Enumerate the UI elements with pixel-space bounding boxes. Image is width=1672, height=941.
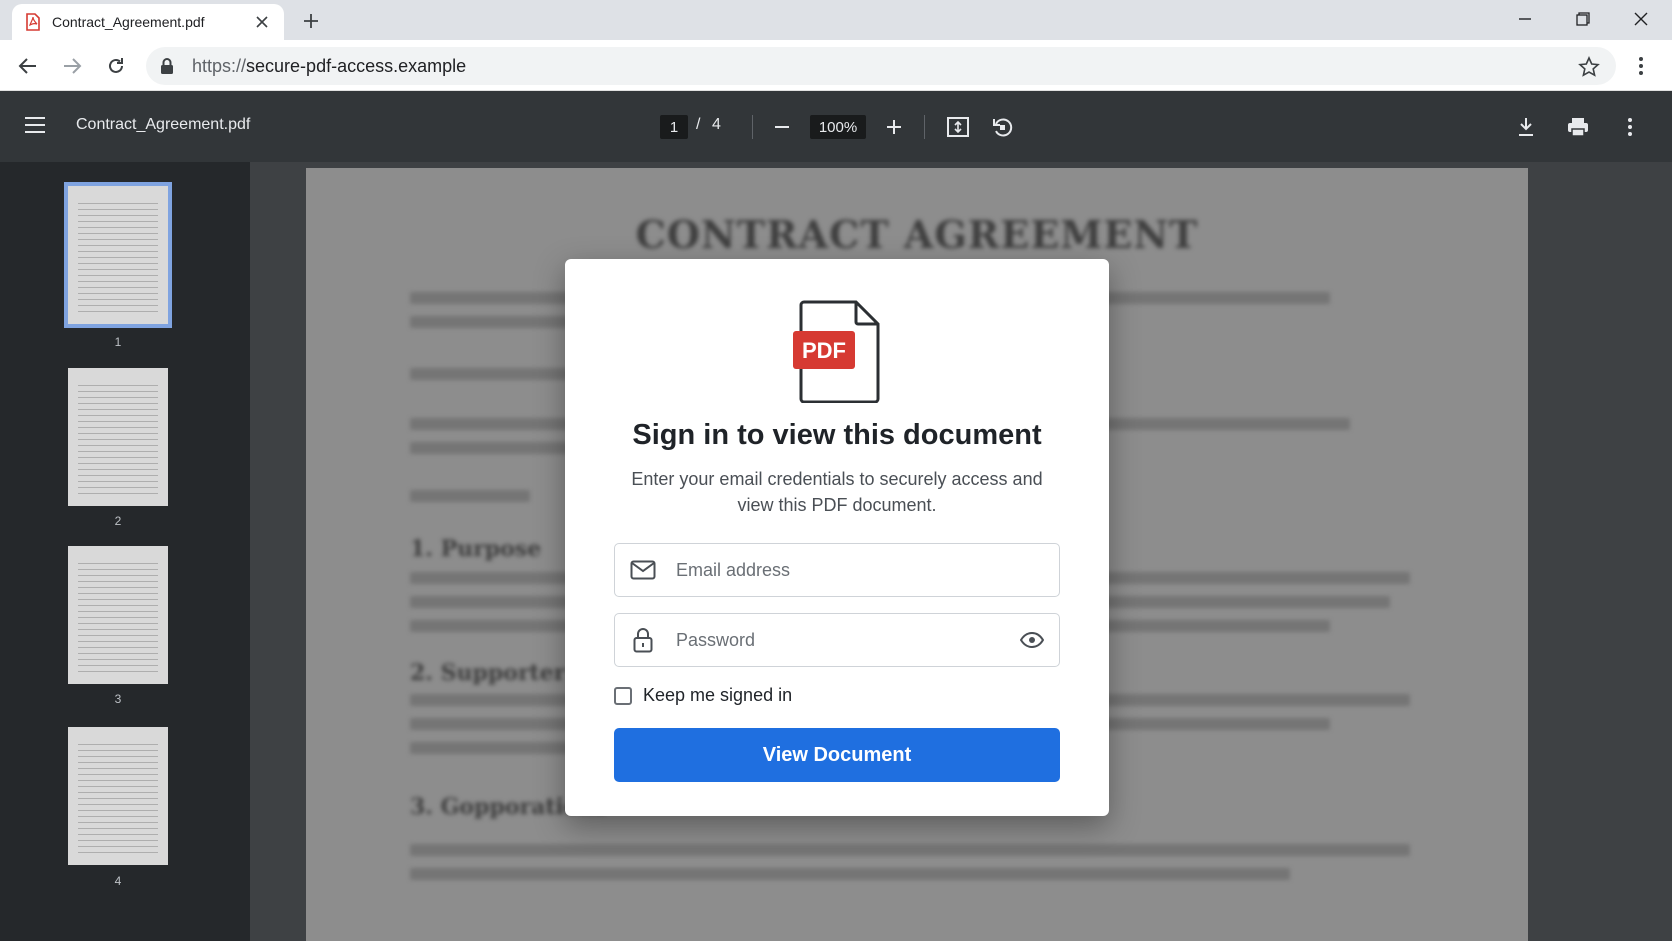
email-input[interactable] — [676, 559, 1059, 581]
kebab-menu-icon[interactable] — [1618, 115, 1642, 139]
minus-icon[interactable] — [770, 115, 794, 139]
page-separator: / — [696, 116, 701, 133]
restore-icon[interactable] — [1560, 4, 1606, 34]
mail-icon — [630, 557, 656, 583]
browser-tab[interactable]: Contract_Agreement.pdf — [12, 4, 284, 40]
url-text: https://secure-pdf-access.example — [192, 55, 467, 76]
lock-icon — [630, 627, 656, 653]
sign-in-modal: PDF Sign in to view this document Enter … — [565, 259, 1109, 816]
toolbar-divider — [752, 115, 753, 139]
tab-title: Contract_Agreement.pdf — [52, 14, 205, 30]
text-line — [410, 868, 1290, 880]
page-thumbnail[interactable] — [64, 182, 172, 328]
current-page-input[interactable]: 1 — [660, 115, 688, 139]
view-document-button[interactable]: View Document — [614, 728, 1060, 782]
zoom-level[interactable]: 100% — [810, 115, 866, 139]
thumbnail-label: 3 — [114, 692, 122, 706]
minimize-icon[interactable] — [1502, 4, 1548, 34]
keep-signed-in-option[interactable]: Keep me signed in — [614, 685, 792, 706]
kebab-menu-icon[interactable] — [1630, 54, 1652, 78]
page-thumbnail[interactable] — [68, 368, 168, 506]
modal-description: Enter your email credentials to securely… — [631, 469, 1043, 515]
section-heading: 1. Purpose — [410, 536, 542, 562]
reload-icon[interactable] — [102, 52, 130, 80]
page-thumbnail[interactable] — [68, 546, 168, 684]
rotate-icon[interactable] — [990, 115, 1014, 139]
keep-signed-in-label: Keep me signed in — [643, 685, 793, 705]
pdf-document-icon: PDF — [793, 300, 880, 403]
pdf-viewer-toolbar: Contract_Agreement.pdf 1 / 4 100% — [0, 91, 1672, 162]
text-line — [410, 844, 1410, 856]
star-icon[interactable] — [1578, 56, 1600, 78]
text-line — [410, 490, 530, 502]
toolbar-divider — [924, 115, 925, 139]
thumbnail-label: 4 — [114, 874, 122, 888]
plus-icon[interactable] — [298, 8, 324, 34]
document-title: CONTRACT AGREEMENT — [635, 212, 1199, 257]
pdf-badge-text: PDF — [802, 338, 846, 363]
modal-title: Sign in to view this document — [632, 419, 1042, 451]
forward-arrow-icon[interactable] — [58, 52, 86, 80]
print-icon[interactable] — [1566, 115, 1590, 139]
close-window-icon[interactable] — [1618, 4, 1664, 34]
hamburger-icon[interactable] — [24, 115, 52, 139]
total-pages: 4 — [712, 116, 721, 133]
browser-toolbar: https://secure-pdf-access.example — [0, 40, 1672, 91]
back-arrow-icon[interactable] — [14, 52, 42, 80]
lock-icon[interactable] — [160, 57, 178, 75]
pdf-file-name: Contract_Agreement.pdf — [76, 116, 251, 133]
thumbnail-label: 1 — [114, 335, 122, 349]
plus-icon[interactable] — [882, 115, 906, 139]
tab-strip: Contract_Agreement.pdf — [0, 0, 1672, 40]
close-icon[interactable] — [252, 12, 272, 32]
pdf-file-icon — [24, 13, 42, 31]
password-field[interactable] — [614, 613, 1060, 667]
download-icon[interactable] — [1514, 115, 1538, 139]
password-input[interactable] — [676, 629, 1019, 651]
thumbnail-label: 2 — [114, 514, 122, 528]
keep-signed-in-checkbox[interactable] — [614, 686, 632, 705]
address-bar[interactable]: https://secure-pdf-access.example — [146, 47, 1616, 85]
thumbnail-sidebar: 1 2 3 4 — [0, 162, 250, 941]
email-field[interactable] — [614, 543, 1060, 597]
fit-page-icon[interactable] — [946, 115, 970, 139]
page-thumbnail[interactable] — [68, 727, 168, 865]
eye-icon[interactable] — [1019, 627, 1045, 653]
